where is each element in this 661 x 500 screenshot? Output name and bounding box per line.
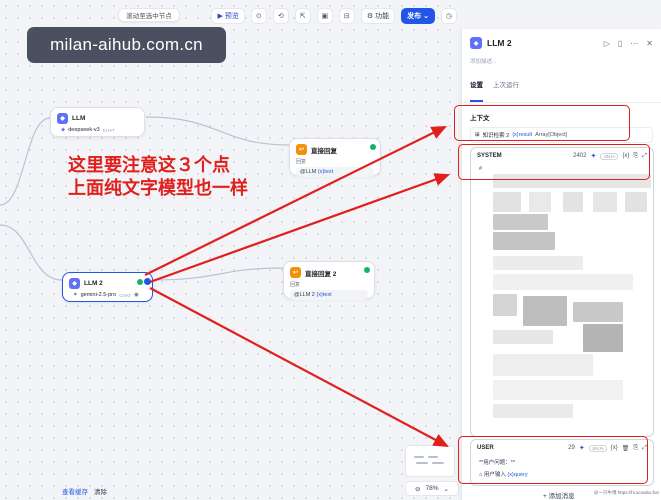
reply-node-icon: ↩ <box>296 144 307 155</box>
node-reply[interactable]: ↩ 直接回复 回复 @LLM {x}text <box>289 138 381 177</box>
annotation-box-context <box>454 105 630 141</box>
plus-icon: + <box>543 493 547 500</box>
help-icon[interactable]: ▯ <box>618 39 622 48</box>
annotation-box-system <box>458 144 650 180</box>
llm-node-icon: ◆ <box>69 278 80 289</box>
gemini-icon: ✶ <box>73 292 78 298</box>
chevron-down-icon: ⌄ <box>423 12 429 20</box>
tab-settings[interactable]: 设置 <box>470 79 483 102</box>
edge-llm-reply <box>145 116 290 146</box>
top-toolbar: ▶ 预览 ⊙ ⟲ ⇱ ▣ ⊟ ⚙ 功能 发布 ⌄ ◷ <box>211 7 457 24</box>
annotation-line-2: 上面纯文字模型也一样 <box>68 178 248 199</box>
success-status-icon <box>364 267 370 273</box>
edge-layer <box>0 116 290 281</box>
node-title: 直接回复 <box>311 147 337 155</box>
system-prompt-editor[interactable]: SYSTEM 2402 ✦ JINJA {x} ⎘ ⤢ # <box>470 147 654 437</box>
success-status-icon <box>137 279 143 285</box>
add-next-node-icon[interactable] <box>144 278 151 285</box>
feature-button[interactable]: ⚙ 功能 <box>360 7 396 24</box>
annotation-line-1: 这里要注意这３个点 <box>68 155 230 176</box>
node-title: LLM <box>72 115 86 122</box>
node-settings-panel: ◆ LLM 2 ▷ ▯ ⋯ ✕ 添加描述... 设置 上次运行 上下文 ⊞ 知识… <box>461 29 661 500</box>
node-reply2[interactable]: ↩ 直接回复 2 回复 @LLM 2 {x}text <box>283 261 375 300</box>
run-icon[interactable]: ▷ <box>604 39 610 48</box>
add-message-button[interactable]: + 添加消息 <box>543 490 575 500</box>
view-cache-link[interactable]: 查看缓存 <box>62 486 88 496</box>
panel-tabs: 设置 上次运行 <box>462 65 661 103</box>
reply-var: @LLM {x}text <box>296 167 374 177</box>
clock-icon[interactable]: ◷ <box>441 7 457 24</box>
export-icon[interactable]: ⇱ <box>294 7 311 24</box>
edge-start-llm2 <box>0 224 63 281</box>
node-llm[interactable]: ◆ LLM ◈ deepseek-v3 CHAT <box>50 107 145 137</box>
reply-node-icon: ↩ <box>290 267 301 278</box>
blurred-prompt-content <box>493 174 651 429</box>
close-icon[interactable]: ✕ <box>646 39 653 48</box>
feature-icon: ⚙ <box>366 12 374 20</box>
more-icon[interactable]: ⋯ <box>630 39 638 48</box>
model-selector[interactable]: ✶ gemini-2.5-pro CHAT ◉ <box>69 291 146 301</box>
zoom-control[interactable]: ⊖ 78% ⌄ <box>405 481 459 496</box>
preview-button[interactable]: ▶ 预览 <box>211 7 245 24</box>
zoom-out-icon[interactable]: ⊖ <box>415 485 420 493</box>
checklist-icon[interactable]: ⊙ <box>250 7 267 24</box>
llm-node-icon: ◆ <box>57 113 68 124</box>
node-llm2[interactable]: ◆ LLM 2 ✶ gemini-2.5-pro CHAT ◉ <box>62 272 153 302</box>
publish-button[interactable]: 发布 ⌄ <box>401 7 435 24</box>
edge-start-llm <box>0 117 51 206</box>
watermark: milan-aihub.com.cn <box>27 27 226 63</box>
description-input[interactable]: 添加描述... <box>462 49 661 65</box>
workflow-canvas[interactable]: 滚动至选中节点 ▶ 预览 ⊙ ⟲ ⇱ ▣ ⊟ ⚙ 功能 发布 ⌄ ◷ milan… <box>0 0 461 500</box>
history-icon[interactable]: ⟲ <box>272 7 289 24</box>
panel-title[interactable]: LLM 2 <box>487 38 599 48</box>
clear-link[interactable]: 清除 <box>94 486 107 496</box>
model-icon: ◈ <box>61 127 66 133</box>
chevron-down-icon: ⌄ <box>443 485 449 493</box>
llm-node-icon: ◆ <box>470 37 482 49</box>
annotation-box-user <box>458 436 648 484</box>
success-status-icon <box>370 144 376 150</box>
tab-last-run[interactable]: 上次运行 <box>493 79 519 102</box>
minimap[interactable] <box>405 445 455 477</box>
node-title: 直接回复 2 <box>305 270 337 278</box>
scroll-to-selected-hint[interactable]: 滚动至选中节点 <box>118 8 180 22</box>
eye-icon: ◉ <box>134 292 139 298</box>
env-vars-icon[interactable]: ⊟ <box>338 7 355 24</box>
edge-llm2-reply2 <box>152 267 284 281</box>
model-selector[interactable]: ◈ deepseek-v3 CHAT <box>57 126 138 136</box>
play-icon: ▶ <box>217 12 223 20</box>
layout-icon[interactable]: ▣ <box>316 7 333 24</box>
credit-watermark: @一只牛博 https://hi.acowbo.fun <box>593 490 659 495</box>
zoom-level: 78% <box>425 485 439 492</box>
node-title: LLM 2 <box>84 280 103 287</box>
reply-var: @LLM 2 {x}text <box>290 290 368 300</box>
